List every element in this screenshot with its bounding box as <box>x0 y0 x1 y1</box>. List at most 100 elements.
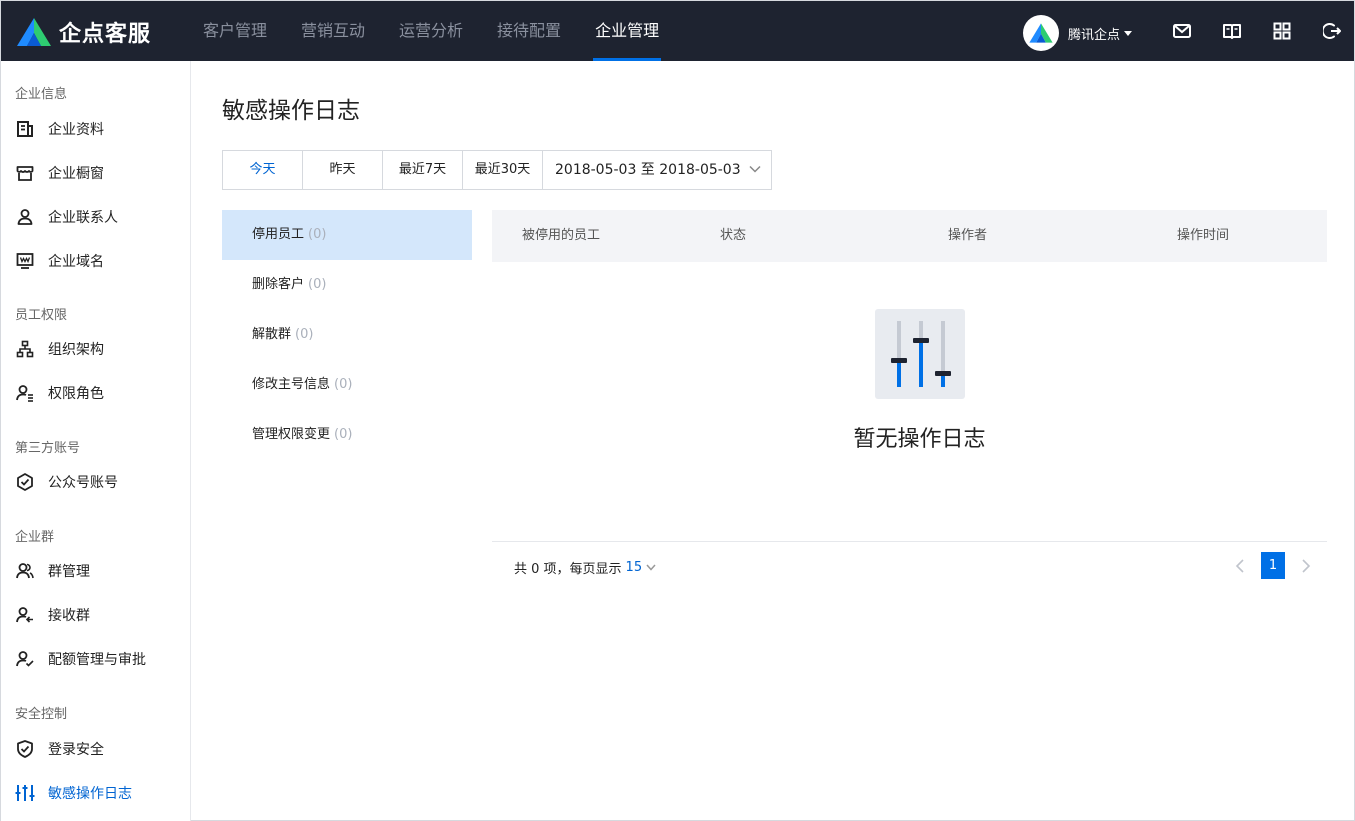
sidebar-item-quota-approval[interactable]: 配额管理与审批 <box>15 647 146 671</box>
logout-icon[interactable] <box>1323 22 1341 40</box>
sidebar-group-enterprise-info: 企业信息 <box>15 87 68 102</box>
sidebar-group-security: 安全控制 <box>15 707 68 722</box>
user-approve-icon <box>15 649 35 669</box>
column-header-disabled-staff: 被停用的员工 <box>522 228 601 243</box>
users-icon <box>15 561 35 581</box>
date-range-value: 2018-05-03 至 2018-05-03 <box>555 162 741 178</box>
category-modify-main-account[interactable]: 修改主号信息 (0) <box>222 360 472 410</box>
book-icon[interactable] <box>1223 22 1241 40</box>
column-header-operator: 操作者 <box>948 228 988 243</box>
brand-logo-icon <box>17 18 51 46</box>
sidebar-item-label: 组织架构 <box>48 342 104 358</box>
date-filter-yesterday[interactable]: 昨天 <box>303 151 383 189</box>
chevron-left-icon[interactable] <box>1233 558 1249 574</box>
nav-customer-management[interactable]: 客户管理 <box>187 1 283 61</box>
pagination-summary-text: 共 0 项，每页显示 <box>514 562 622 577</box>
column-header-status: 状态 <box>720 228 747 243</box>
category-disable-staff[interactable]: 停用员工 (0) <box>222 210 472 260</box>
pagination-summary: 共 0 项，每页显示 15 <box>514 558 656 577</box>
sidebar-item-label: 权限角色 <box>48 386 104 402</box>
top-bar: 企点客服 客户管理 营销互动 运营分析 接待配置 企业管理 腾讯企点 <box>1 1 1354 61</box>
badge-check-icon <box>15 472 35 492</box>
nav-analytics[interactable]: 运营分析 <box>383 1 479 61</box>
sidebar: 企业信息 企业资料 企业橱窗 企业联系人 企业域名 员工权限 组织架构 权限角色… <box>1 61 191 821</box>
sidebar-item-group-management[interactable]: 群管理 <box>15 559 90 583</box>
sidebar-item-enterprise-domain[interactable]: 企业域名 <box>15 249 104 273</box>
sidebar-item-label: 企业资料 <box>48 122 104 138</box>
category-label: 解散群 <box>252 327 292 342</box>
sidebar-item-label: 群管理 <box>48 564 90 580</box>
monitor-web-icon <box>15 251 35 271</box>
user-menu[interactable]: 腾讯企点 <box>1023 15 1133 51</box>
chevron-down-icon <box>646 564 656 571</box>
user-name: 腾讯企点 <box>1068 27 1121 43</box>
date-filter-30days[interactable]: 最近30天 <box>463 151 543 189</box>
category-admin-permission-change[interactable]: 管理权限变更 (0) <box>222 410 472 460</box>
category-count: (0) <box>334 427 353 442</box>
main-nav: 客户管理 营销互动 运营分析 接待配置 企业管理 <box>187 1 677 61</box>
sidebar-group-enterprise-groups: 企业群 <box>15 530 55 545</box>
sidebar-group-staff-permissions: 员工权限 <box>15 308 68 323</box>
sidebar-item-login-security[interactable]: 登录安全 <box>15 737 104 761</box>
sidebar-item-org-structure[interactable]: 组织架构 <box>15 337 104 361</box>
category-count: (0) <box>295 327 314 342</box>
page-size-select[interactable]: 15 <box>626 560 657 575</box>
category-delete-customer[interactable]: 删除客户 (0) <box>222 260 472 310</box>
nav-enterprise-management[interactable]: 企业管理 <box>579 1 675 61</box>
sidebar-item-enterprise-contact[interactable]: 企业联系人 <box>15 205 118 229</box>
sidebar-item-label: 公众号账号 <box>48 475 118 491</box>
page-title: 敏感操作日志 <box>222 98 360 124</box>
category-dissolve-group[interactable]: 解散群 (0) <box>222 310 472 360</box>
sidebar-item-enterprise-profile[interactable]: 企业资料 <box>15 117 104 141</box>
avatar-logo-icon <box>1029 23 1053 43</box>
empty-state: 暂无操作日志 <box>492 1 1347 821</box>
apps-grid-icon[interactable] <box>1273 22 1291 40</box>
sidebar-item-official-account[interactable]: 公众号账号 <box>15 470 118 494</box>
sidebar-item-label: 企业域名 <box>48 254 104 270</box>
date-filter-7days[interactable]: 最近7天 <box>383 151 463 189</box>
category-count: (0) <box>334 377 353 392</box>
column-header-operation-time: 操作时间 <box>1177 228 1230 243</box>
sidebar-item-label: 企业橱窗 <box>48 166 104 182</box>
sidebar-item-label: 企业联系人 <box>48 210 118 226</box>
user-receive-icon <box>15 605 35 625</box>
category-count: (0) <box>308 277 327 292</box>
empty-state-sliders-icon <box>875 309 965 399</box>
chevron-right-icon[interactable] <box>1297 558 1313 574</box>
chevron-down-icon <box>749 165 761 173</box>
sidebar-item-label: 接收群 <box>48 608 90 624</box>
pagination-divider <box>492 541 1327 542</box>
org-chart-icon <box>15 339 35 359</box>
category-label: 停用员工 <box>252 227 305 242</box>
sidebar-item-enterprise-showcase[interactable]: 企业橱窗 <box>15 161 104 185</box>
sidebar-group-third-party: 第三方账号 <box>15 441 81 456</box>
shield-icon <box>15 739 35 759</box>
page-size-value: 15 <box>625 560 643 575</box>
chevron-down-icon <box>1124 30 1133 36</box>
person-icon <box>15 207 35 227</box>
date-filter-today[interactable]: 今天 <box>223 151 303 189</box>
category-count: (0) <box>308 227 327 242</box>
brand-name: 企点客服 <box>59 22 152 47</box>
sidebar-item-label: 配额管理与审批 <box>48 652 146 668</box>
date-range-picker[interactable]: 2018-05-03 至 2018-05-03 <box>543 151 771 189</box>
nav-marketing[interactable]: 营销互动 <box>285 1 381 61</box>
date-filter-bar: 今天 昨天 最近7天 最近30天 2018-05-03 至 2018-05-03 <box>222 150 772 190</box>
sidebar-item-sensitive-log[interactable]: 敏感操作日志 <box>15 781 132 805</box>
brand-logo[interactable]: 企点客服 <box>15 16 151 48</box>
document-icon <box>15 119 35 139</box>
mail-icon[interactable] <box>1173 22 1191 40</box>
table-header: 被停用的员工 状态 操作者 操作时间 <box>492 210 1327 262</box>
storefront-icon <box>15 163 35 183</box>
sidebar-item-label: 登录安全 <box>48 742 104 758</box>
category-list: 停用员工 (0) 删除客户 (0) 解散群 (0) 修改主号信息 (0) 管理权限变更(… <box>222 210 472 460</box>
category-label: 修改主号信息 <box>252 377 331 392</box>
empty-state-text: 暂无操作日志 <box>853 427 986 452</box>
sliders-icon <box>15 783 35 803</box>
category-label: 删除客户 <box>252 277 305 292</box>
sidebar-item-permission-roles[interactable]: 权限角色 <box>15 381 104 405</box>
sidebar-item-receive-group[interactable]: 接收群 <box>15 603 90 627</box>
nav-reception-config[interactable]: 接待配置 <box>481 1 577 61</box>
page-number-button[interactable]: 1 <box>1261 552 1285 579</box>
sidebar-item-label: 敏感操作日志 <box>48 786 132 802</box>
